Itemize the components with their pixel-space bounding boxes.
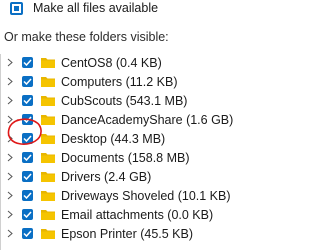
folder-checkbox[interactable] <box>22 95 33 106</box>
expand-chevron-icon[interactable] <box>1 111 19 128</box>
folder-label: Documents (158.8 MB) <box>61 150 190 165</box>
expand-chevron-icon[interactable] <box>1 149 19 166</box>
folder-label: Drivers (2.4 GB) <box>61 169 152 184</box>
expand-chevron-icon[interactable] <box>1 206 19 223</box>
folder-row-cubscouts[interactable]: CubScouts (543.1 MB) <box>0 92 270 109</box>
folder-tree[interactable]: CentOS8 (0.4 KB) Computers (11.2 KB) Cub… <box>0 54 270 250</box>
folder-row-centos8[interactable]: CentOS8 (0.4 KB) <box>0 54 270 71</box>
folder-checkbox[interactable] <box>22 190 33 201</box>
make-all-checkbox[interactable] <box>10 1 23 15</box>
folder-label: Epson Printer (45.5 KB) <box>61 226 194 241</box>
folder-label: Driveways Shoveled (10.1 KB) <box>61 188 231 203</box>
folder-checkbox[interactable] <box>22 114 33 125</box>
expand-chevron-icon[interactable] <box>1 54 19 71</box>
folder-row-driveways-shoveled[interactable]: Driveways Shoveled (10.1 KB) <box>0 187 270 204</box>
expand-chevron-icon[interactable] <box>1 73 19 90</box>
folder-icon <box>41 209 55 220</box>
folder-row-desktop[interactable]: Desktop (44.3 MB) <box>0 130 270 147</box>
folder-icon <box>41 114 55 125</box>
expand-chevron-icon[interactable] <box>1 130 19 147</box>
folder-icon <box>41 95 55 106</box>
folder-sync-panel: Make all files available Or make these f… <box>0 0 276 250</box>
folder-label: DanceAcademyShare (1.6 GB) <box>61 112 234 127</box>
indeterminate-mark-icon <box>14 5 19 11</box>
folder-checkbox[interactable] <box>22 133 33 144</box>
folder-label: CentOS8 (0.4 KB) <box>61 55 162 70</box>
folder-icon <box>41 152 55 163</box>
folder-checkbox[interactable] <box>22 171 33 182</box>
folder-icon <box>41 76 55 87</box>
expand-chevron-icon[interactable] <box>1 168 19 185</box>
folder-checkbox[interactable] <box>22 228 33 239</box>
folder-row-drivers[interactable]: Drivers (2.4 GB) <box>0 168 270 185</box>
folder-icon <box>41 190 55 201</box>
folder-label: Computers (11.2 KB) <box>61 74 178 89</box>
folders-subheading: Or make these folders visible: <box>4 30 169 44</box>
folder-label: CubScouts (543.1 MB) <box>61 93 188 108</box>
expand-chevron-icon[interactable] <box>1 92 19 109</box>
folder-label: Desktop (44.3 MB) <box>61 131 166 146</box>
folder-icon <box>41 133 55 144</box>
expand-chevron-icon[interactable] <box>1 187 19 204</box>
folder-checkbox[interactable] <box>22 57 33 68</box>
folder-row-documents[interactable]: Documents (158.8 MB) <box>0 149 270 166</box>
folder-row-danceacademyshare[interactable]: DanceAcademyShare (1.6 GB) <box>0 111 270 128</box>
folder-icon <box>41 228 55 239</box>
folder-row-epson-printer[interactable]: Epson Printer (45.5 KB) <box>0 225 270 242</box>
folder-checkbox[interactable] <box>22 152 33 163</box>
make-all-label: Make all files available <box>33 1 159 15</box>
folder-row-computers[interactable]: Computers (11.2 KB) <box>0 73 270 90</box>
folder-checkbox[interactable] <box>22 76 33 87</box>
make-all-files-option[interactable]: Make all files available <box>10 0 158 16</box>
folder-icon <box>41 171 55 182</box>
folder-row-email-attachments[interactable]: Email attachments (0.0 KB) <box>0 206 270 223</box>
expand-chevron-icon[interactable] <box>1 225 19 242</box>
folder-label: Email attachments (0.0 KB) <box>61 207 214 222</box>
folder-checkbox[interactable] <box>22 209 33 220</box>
folder-icon <box>41 57 55 68</box>
